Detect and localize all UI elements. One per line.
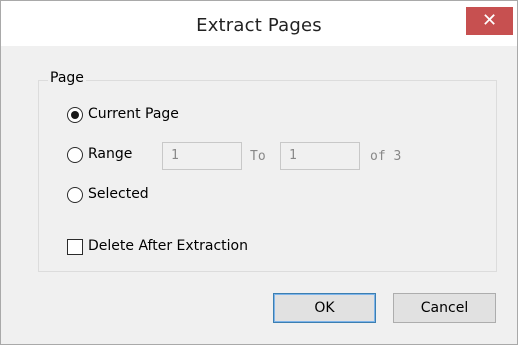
range-from-input[interactable]: 1: [162, 142, 242, 170]
title-bar: Extract Pages ✕: [1, 1, 517, 46]
extract-pages-dialog: Extract Pages ✕ Page Current Page Range …: [0, 0, 518, 345]
delete-after-extraction-checkbox[interactable]: [67, 239, 83, 255]
current-page-label[interactable]: Current Page: [88, 106, 179, 122]
close-button[interactable]: ✕: [466, 7, 513, 35]
dialog-title: Extract Pages: [196, 15, 322, 36]
range-radio[interactable]: [67, 147, 83, 163]
current-page-radio[interactable]: [67, 107, 83, 123]
radio-selected-dot: [71, 111, 79, 119]
selected-radio[interactable]: [67, 187, 83, 203]
close-icon: ✕: [481, 10, 498, 31]
page-group-label: Page: [48, 70, 86, 86]
range-to-label: To: [250, 149, 266, 164]
range-label[interactable]: Range: [88, 146, 132, 162]
selected-label[interactable]: Selected: [88, 186, 149, 202]
ok-button[interactable]: OK: [273, 293, 376, 323]
page-count-label: of 3: [370, 149, 402, 164]
delete-after-extraction-label[interactable]: Delete After Extraction: [88, 238, 248, 254]
cancel-button[interactable]: Cancel: [393, 293, 496, 323]
range-to-input[interactable]: 1: [280, 142, 360, 170]
